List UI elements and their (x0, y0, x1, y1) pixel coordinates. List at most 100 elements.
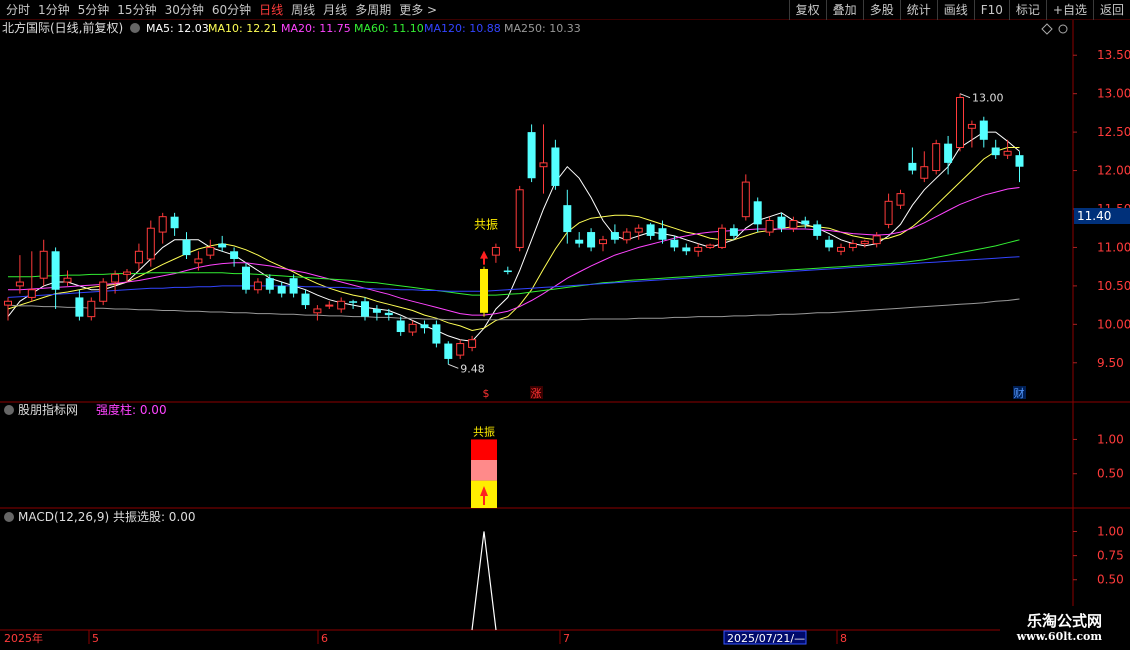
candle-body (468, 339, 477, 348)
candle-body (813, 224, 822, 236)
diamond-icon (1041, 23, 1053, 35)
candle-body (242, 266, 250, 290)
toolbar-buttons: 复权 叠加 多股 统计 画线 F10 标记 +自选 返回 (788, 0, 1130, 20)
ind2-toggle-icon (4, 512, 14, 522)
ma-legend-3: MA60: 11.10 (354, 22, 424, 35)
ind1-tick-label-0: 0.50 (1097, 467, 1124, 481)
toolbar-button-8[interactable]: 返回 (1092, 0, 1130, 20)
candle-body (527, 132, 536, 179)
toolbar: 分时 1分钟 5分钟 15分钟 30分钟 60分钟 日线 周线 月线 多周期 更多 > 复权 叠加 多股… (0, 0, 1130, 20)
ind1-toggle-icon (4, 405, 14, 415)
period-tab-2[interactable]: 5分钟 (74, 2, 114, 18)
candle-body (622, 231, 631, 241)
candle-body (289, 278, 298, 294)
ma-line-ma10 (7, 147, 1020, 332)
candle-body (884, 200, 893, 225)
candle-body (1003, 150, 1012, 156)
ma-legend-0: MA5: 12.03 (146, 22, 209, 35)
candle-body (682, 247, 691, 252)
period-tab-0[interactable]: 分时 (2, 2, 34, 18)
candle-body (123, 271, 131, 275)
main-tick-label-8: 13.50 (1097, 48, 1130, 62)
kline-chart[interactable]: 9.5010.0010.5011.0011.5012.0012.5013.001… (0, 20, 1130, 650)
signal-label: 共振 (474, 218, 498, 232)
watermark-title: 乐淘公式网 (1026, 612, 1102, 630)
period-tab-8[interactable]: 月线 (319, 2, 351, 18)
main-tick-label-7: 13.00 (1097, 87, 1130, 101)
candle-body (491, 246, 500, 256)
candle-body (718, 227, 726, 248)
ind2-tick-label-1: 0.75 (1097, 549, 1124, 563)
ind2-tick-label-2: 1.00 (1097, 524, 1124, 538)
cursor-date-label: 2025/07/21/— (727, 632, 805, 645)
candle-body (837, 246, 845, 252)
candle-body (313, 308, 322, 314)
toolbar-button-2[interactable]: 多股 (862, 0, 900, 20)
period-tab-5[interactable]: 60分钟 (208, 2, 255, 18)
candle-body (444, 343, 453, 359)
main-tick-label-5: 12.00 (1097, 164, 1130, 178)
ma-line-ma120 (7, 256, 1020, 298)
period-tab-6[interactable]: 日线 (255, 2, 287, 18)
candle-body (325, 304, 334, 307)
candle-body (265, 278, 274, 290)
ma-line-ma20 (8, 187, 1020, 316)
toolbar-button-6[interactable]: 标记 (1008, 0, 1046, 20)
candle-body (670, 239, 679, 248)
candle-body (420, 324, 429, 329)
candle-body (27, 289, 36, 298)
period-tab-3[interactable]: 15分钟 (113, 2, 160, 18)
period-tab-10[interactable]: 更多 > (395, 2, 441, 18)
candle-body (503, 270, 512, 273)
toolbar-button-7[interactable]: +自选 (1045, 0, 1093, 20)
ind1-tick-label-1: 1.00 (1097, 432, 1124, 446)
toolbar-button-1[interactable]: 叠加 (825, 0, 863, 20)
toolbar-button-3[interactable]: 统计 (899, 0, 937, 20)
candle-body (170, 216, 179, 229)
ind1-name: 股朋指标网 (18, 402, 78, 417)
main-tick-label-1: 10.00 (1097, 317, 1130, 331)
candle-body (4, 300, 12, 306)
candle-body (63, 277, 72, 283)
event-marker-1: 涨 (531, 387, 542, 400)
candle-body (87, 300, 96, 318)
candle-body (789, 220, 798, 229)
candle-body (967, 123, 976, 129)
candle-body (372, 308, 381, 313)
candle-body (729, 228, 738, 236)
month-label-3: 8 (840, 632, 847, 645)
period-tab-1[interactable]: 1分钟 (34, 2, 74, 18)
main-tick-label-3: 11.00 (1097, 240, 1130, 254)
period-tab-7[interactable]: 周线 (287, 2, 319, 18)
toolbar-button-4[interactable]: 画线 (936, 0, 974, 20)
period-tab-9[interactable]: 多周期 (351, 2, 395, 18)
candle-body (801, 220, 810, 225)
strength-bar-segment-2 (471, 439, 497, 460)
candle-body (825, 239, 834, 248)
candle-body (230, 251, 239, 259)
candle-body (253, 281, 262, 291)
candle-body (337, 300, 346, 310)
candle-body (182, 239, 191, 256)
period-tab-4[interactable]: 30分钟 (161, 2, 208, 18)
candle-body (991, 147, 1000, 156)
candle-body (539, 162, 548, 168)
candle-body (39, 250, 48, 279)
toolbar-button-5[interactable]: F10 (973, 0, 1009, 20)
main-tick-label-6: 12.50 (1097, 125, 1130, 139)
candle-body (599, 239, 607, 245)
candle-body (206, 246, 215, 256)
candle-body (860, 240, 869, 245)
month-label-1: 6 (321, 632, 328, 645)
candle-body (587, 232, 596, 248)
candle-body (75, 297, 84, 317)
ma-legend-5: MA250: 10.33 (504, 22, 581, 35)
low-price-label: 9.48 (460, 362, 485, 375)
ma-legend-2: MA20: 11.75 (281, 22, 351, 35)
candle-body (706, 244, 715, 248)
candle-body (99, 281, 108, 302)
ind2-spike (471, 531, 497, 631)
candle-body (456, 343, 465, 356)
candle-body (194, 258, 203, 264)
toolbar-button-0[interactable]: 复权 (788, 0, 826, 20)
